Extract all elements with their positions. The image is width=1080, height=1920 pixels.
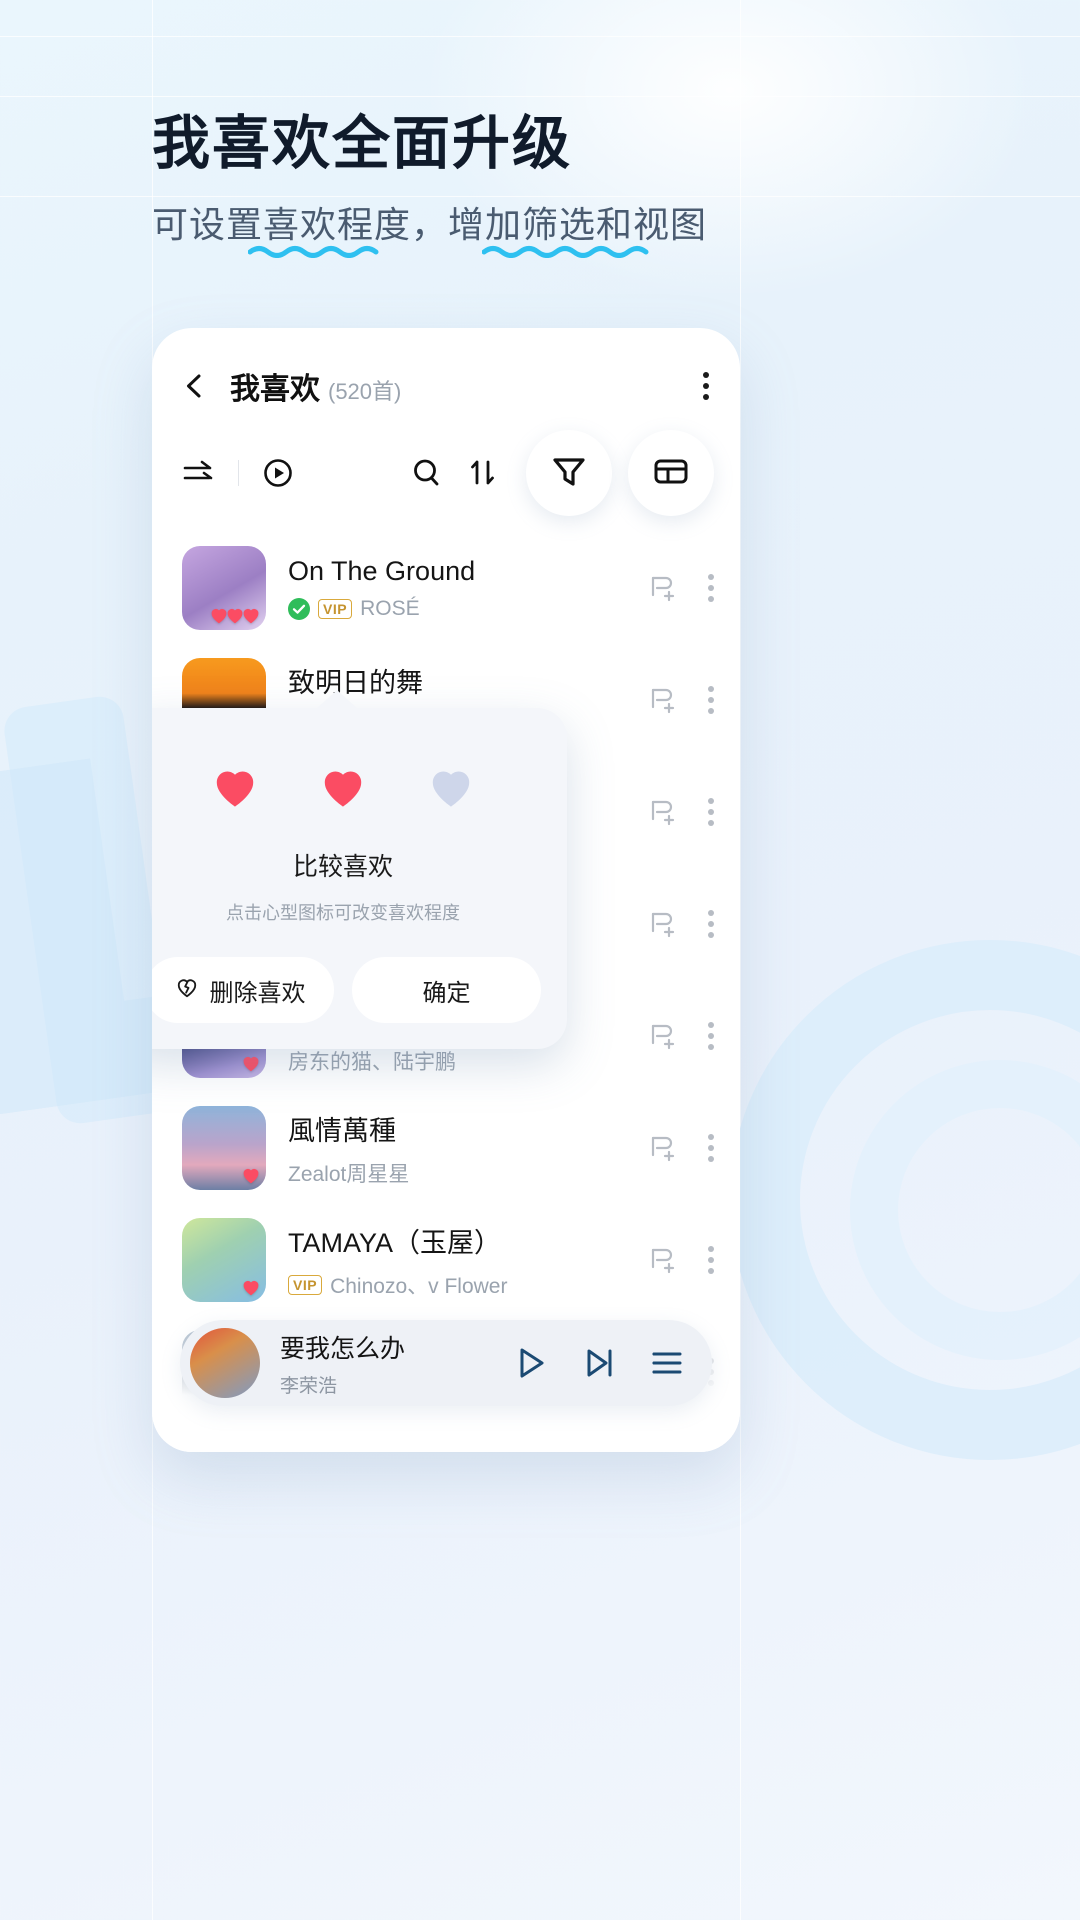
broken-heart-icon — [174, 974, 200, 1007]
vip-badge: VIP — [288, 1275, 322, 1295]
more-vertical-icon[interactable] — [708, 1134, 714, 1162]
add-to-playlist-icon[interactable] — [648, 1021, 678, 1051]
playlist-queue-icon[interactable] — [648, 1344, 686, 1382]
toolbar-divider — [238, 460, 239, 486]
delete-like-button[interactable]: 删除喜欢 — [152, 957, 334, 1023]
add-to-playlist-icon[interactable] — [648, 685, 678, 715]
heart-rating-selector — [152, 760, 541, 817]
cover-heart-rating — [214, 604, 262, 626]
album-cover[interactable] — [182, 1218, 266, 1302]
mini-player-artist: 李荣浩 — [280, 1371, 510, 1398]
app-header: 我喜欢 (520首) — [152, 328, 740, 408]
heart-icon-2[interactable] — [317, 760, 369, 817]
skip-next-icon[interactable] — [580, 1344, 618, 1382]
song-subline: VIP Chinozo、v Flower — [288, 1270, 626, 1300]
grid-view-button[interactable] — [628, 430, 714, 516]
filter-icon — [549, 451, 589, 496]
table-row[interactable]: On The Ground VIP ROSÉ — [182, 532, 714, 644]
ring-decoration-large — [730, 940, 1080, 1460]
like-level-popup: 比较喜欢 点击心型图标可改变喜欢程度 删除喜欢 确定 — [152, 708, 567, 1049]
list-toolbar — [152, 408, 740, 532]
more-vertical-icon[interactable] — [708, 574, 714, 602]
more-vertical-icon[interactable] — [708, 910, 714, 938]
mini-player-texts: 要我怎么办 李荣浩 — [280, 1329, 510, 1398]
row-actions — [648, 685, 714, 715]
sort-icon[interactable] — [466, 456, 500, 490]
verified-icon — [288, 598, 310, 620]
add-to-playlist-icon[interactable] — [648, 1133, 678, 1163]
more-vertical-icon[interactable] — [708, 798, 714, 826]
row-actions — [648, 573, 714, 603]
row-actions — [648, 909, 714, 939]
search-icon[interactable] — [410, 456, 444, 490]
song-subline: Zealot周星星 — [288, 1158, 626, 1188]
heart-icon-1[interactable] — [209, 760, 261, 817]
shuffle-play-icon[interactable] — [182, 456, 216, 490]
song-texts: 風情萬種 Zealot周星星 — [288, 1109, 626, 1188]
ring-decoration-small — [850, 1060, 1080, 1360]
page-title-text: 我喜欢 — [230, 364, 320, 408]
row-actions — [648, 1021, 714, 1051]
play-circle-icon[interactable] — [261, 456, 295, 490]
cover-heart-rating — [246, 1276, 262, 1298]
confirm-button[interactable]: 确定 — [352, 957, 541, 1023]
mini-player-cover[interactable] — [190, 1328, 260, 1398]
play-icon[interactable] — [510, 1343, 550, 1383]
add-to-playlist-icon[interactable] — [648, 1245, 678, 1275]
song-artist: 房东的猫、陆宇鹏 — [288, 1046, 456, 1076]
add-to-playlist-icon[interactable] — [648, 573, 678, 603]
promo-subhead: 可设置喜欢程度，增加筛选和视图 — [152, 196, 707, 248]
song-title: TAMAYA（玉屋） — [288, 1221, 626, 1260]
song-artist: ROSÉ — [360, 597, 420, 621]
album-cover[interactable] — [182, 1106, 266, 1190]
mini-player-controls — [510, 1343, 686, 1383]
row-actions — [648, 1245, 714, 1275]
page-title: 我喜欢 (520首) — [230, 364, 401, 408]
song-subline: 房东的猫、陆宇鹏 — [288, 1046, 626, 1076]
grid-view-icon — [651, 451, 691, 496]
row-actions — [648, 1133, 714, 1163]
promo-headline: 我喜欢全面升级 — [152, 96, 572, 180]
promo-subhead-wrapper: 可设置喜欢程度，增加筛选和视图 — [152, 196, 707, 248]
more-vertical-icon[interactable] — [708, 1022, 714, 1050]
more-vertical-icon[interactable] — [708, 1246, 714, 1274]
add-to-playlist-icon[interactable] — [648, 797, 678, 827]
table-row[interactable]: 風情萬種 Zealot周星星 — [182, 1092, 714, 1204]
wave-underline-1 — [248, 244, 388, 256]
like-level-hint: 点击心型图标可改变喜欢程度 — [152, 899, 541, 925]
heart-icon-3[interactable] — [425, 760, 477, 817]
filter-button[interactable] — [526, 430, 612, 516]
song-title: 風情萬種 — [288, 1109, 626, 1148]
song-texts: On The Ground VIP ROSÉ — [288, 556, 626, 621]
song-artist: Chinozo、v Flower — [330, 1270, 507, 1300]
delete-like-label: 删除喜欢 — [210, 973, 306, 1008]
table-row[interactable]: TAMAYA（玉屋） VIP Chinozo、v Flower — [182, 1204, 714, 1316]
cover-heart-rating — [246, 1164, 262, 1186]
song-texts: TAMAYA（玉屋） VIP Chinozo、v Flower — [288, 1221, 626, 1300]
more-vertical-icon[interactable] — [708, 686, 714, 714]
more-vertical-icon[interactable] — [702, 372, 710, 400]
like-level-label: 比较喜欢 — [152, 847, 541, 883]
popup-pointer — [315, 690, 359, 710]
confirm-label: 确定 — [423, 973, 471, 1008]
chevron-left-icon[interactable] — [182, 373, 208, 399]
phone-mockup: 我喜欢 (520首) — [152, 328, 740, 1452]
song-title: On The Ground — [288, 556, 626, 587]
wave-underline-2 — [482, 244, 652, 256]
add-to-playlist-icon[interactable] — [648, 909, 678, 939]
mini-player: 要我怎么办 李荣浩 — [180, 1320, 712, 1406]
album-cover[interactable] — [182, 546, 266, 630]
cover-heart-rating — [246, 1052, 262, 1074]
song-count: (520首) — [328, 374, 401, 406]
popup-buttons: 删除喜欢 确定 — [152, 957, 541, 1023]
song-subline: VIP ROSÉ — [288, 597, 626, 621]
row-actions — [648, 797, 714, 827]
mini-player-title: 要我怎么办 — [280, 1329, 510, 1365]
vip-badge: VIP — [318, 599, 352, 619]
song-artist: Zealot周星星 — [288, 1158, 409, 1188]
